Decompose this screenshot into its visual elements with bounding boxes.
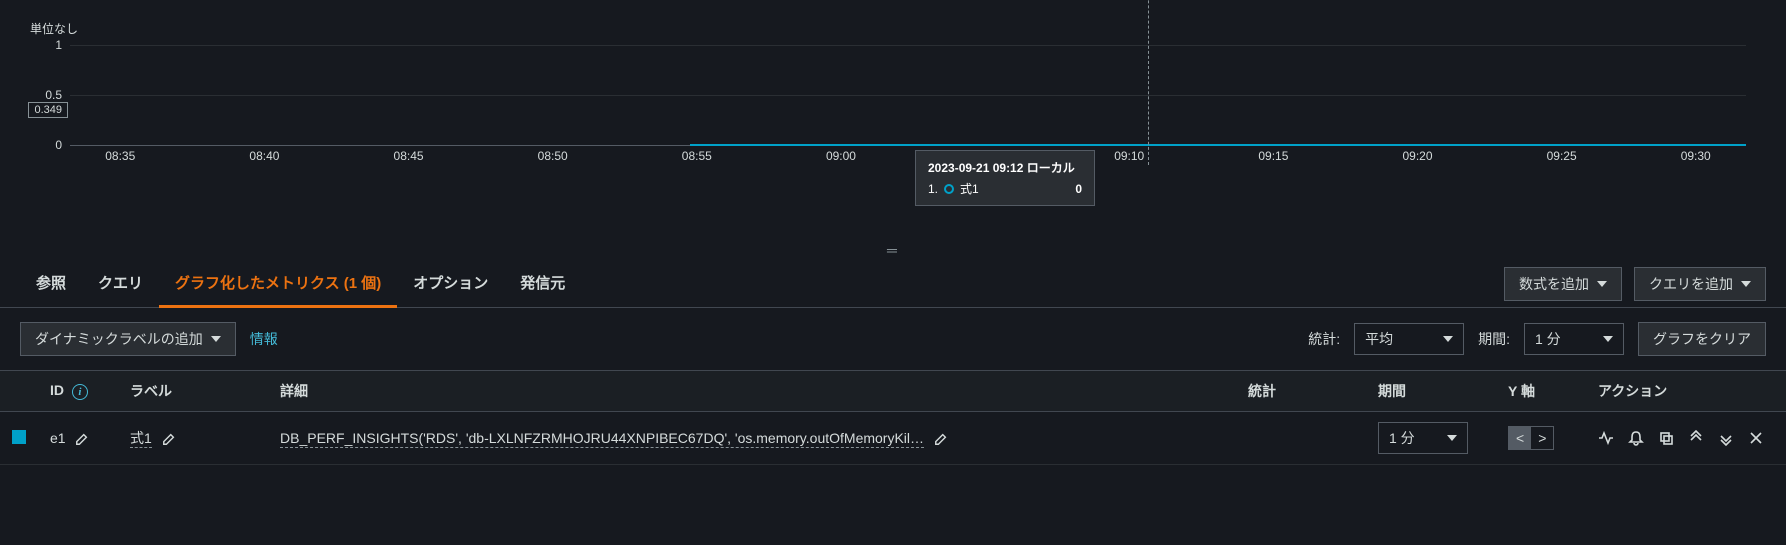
x-tick: 08:55 xyxy=(682,149,712,163)
info-icon[interactable]: i xyxy=(72,384,88,400)
edit-icon[interactable] xyxy=(934,432,948,446)
yaxis-toggle[interactable]: < > xyxy=(1508,426,1554,450)
add-math-button[interactable]: 数式を追加 xyxy=(1504,267,1622,301)
clear-graph-label: グラフをクリア xyxy=(1653,329,1751,349)
row-label[interactable]: 式1 xyxy=(130,430,152,448)
tooltip-row-value: 0 xyxy=(1075,182,1082,196)
activity-icon[interactable] xyxy=(1598,430,1614,446)
caret-down-icon xyxy=(1603,336,1613,342)
resize-handle[interactable]: ═ xyxy=(0,240,1786,260)
table-header-row: ID i ラベル 詳細 統計 期間 Y 軸 アクション xyxy=(0,371,1786,412)
col-label: ラベル xyxy=(118,371,268,412)
caret-down-icon xyxy=(1597,281,1607,287)
tab-source[interactable]: 発信元 xyxy=(504,260,581,308)
clear-graph-button[interactable]: グラフをクリア xyxy=(1638,322,1766,356)
row-period-select[interactable]: 1 分 xyxy=(1378,422,1468,454)
add-query-label: クエリを追加 xyxy=(1649,274,1733,294)
col-yaxis: Y 軸 xyxy=(1496,371,1586,412)
x-tick: 09:15 xyxy=(1258,149,1288,163)
yaxis-left[interactable]: < xyxy=(1509,427,1531,449)
row-id: e1 xyxy=(50,430,66,446)
row-details[interactable]: DB_PERF_INSIGHTS('RDS', 'db-LXLNFZRMHOJR… xyxy=(280,430,924,448)
dynamic-label-text: ダイナミックラベルの追加 xyxy=(35,329,203,349)
tooltip-header: 2023-09-21 09:12 ローカル xyxy=(928,159,1082,176)
tabs-row: 参照 クエリ グラフ化したメトリクス (1 個) オプション 発信元 数式を追加… xyxy=(0,260,1786,308)
series-color-chip[interactable] xyxy=(12,430,26,444)
x-tick: 09:25 xyxy=(1547,149,1577,163)
col-actions: アクション xyxy=(1586,371,1786,412)
yaxis-right[interactable]: > xyxy=(1531,427,1553,449)
series-color-icon xyxy=(944,184,954,194)
edit-icon[interactable] xyxy=(75,432,89,446)
move-up-icon[interactable] xyxy=(1688,430,1704,446)
table-row: e1 式1 DB_PERF_INSIGHTS('RDS', 'db-LXLNFZ… xyxy=(0,412,1786,465)
tab-browse[interactable]: 参照 xyxy=(20,260,82,308)
delete-icon[interactable] xyxy=(1748,430,1764,446)
tab-query[interactable]: クエリ xyxy=(82,260,159,308)
col-id: ID xyxy=(50,382,64,398)
caret-down-icon xyxy=(1741,281,1751,287)
x-tick: 08:50 xyxy=(538,149,568,163)
chart-tooltip: 2023-09-21 09:12 ローカル 1. 式1 0 xyxy=(915,150,1095,206)
caret-down-icon xyxy=(1447,435,1457,441)
y-tick: 1 xyxy=(55,38,70,52)
add-dynamic-label-button[interactable]: ダイナミックラベルの追加 xyxy=(20,322,236,356)
info-link[interactable]: 情報 xyxy=(250,329,278,349)
row-period-value: 1 分 xyxy=(1389,428,1415,448)
move-down-icon[interactable] xyxy=(1718,430,1734,446)
tab-graphed-metrics[interactable]: グラフ化したメトリクス (1 個) xyxy=(159,260,397,308)
row-actions xyxy=(1598,430,1774,446)
tooltip-row-name: 式1 xyxy=(960,180,979,197)
col-period: 期間 xyxy=(1366,371,1496,412)
row-stat xyxy=(1236,412,1366,465)
statistic-select[interactable]: 平均 xyxy=(1354,323,1464,355)
metrics-table: ID i ラベル 詳細 統計 期間 Y 軸 アクション e1 式1 DB_PER… xyxy=(0,370,1786,465)
add-query-button[interactable]: クエリを追加 xyxy=(1634,267,1766,301)
edit-icon[interactable] xyxy=(162,432,176,446)
col-details: 詳細 xyxy=(268,371,1236,412)
y-tick: 0 xyxy=(55,138,70,152)
cursor-value-badge: 0.349 xyxy=(28,102,68,118)
statistic-value: 平均 xyxy=(1365,329,1393,349)
chart-area: 単位なし 1 0.5 0 0.349 09-21 09:11 08:35 08:… xyxy=(0,0,1786,240)
add-math-label: 数式を追加 xyxy=(1519,274,1589,294)
toolbar-row: ダイナミックラベルの追加 情報 統計: 平均 期間: 1 分 グラフをクリア xyxy=(0,308,1786,370)
x-axis: 08:35 08:40 08:45 08:50 08:55 09:00 09:0… xyxy=(70,149,1746,169)
col-stat: 統計 xyxy=(1236,371,1366,412)
x-tick: 08:40 xyxy=(249,149,279,163)
caret-down-icon xyxy=(211,336,221,342)
y-tick: 0.5 xyxy=(45,88,70,102)
duplicate-icon[interactable] xyxy=(1658,430,1674,446)
chart-series-line xyxy=(690,144,1746,146)
y-axis-unit-label: 単位なし xyxy=(30,20,1756,37)
x-tick: 09:00 xyxy=(826,149,856,163)
tab-options[interactable]: オプション xyxy=(397,260,504,308)
x-tick: 08:45 xyxy=(394,149,424,163)
x-tick: 09:10 xyxy=(1114,149,1144,163)
period-label: 期間: xyxy=(1478,329,1510,349)
x-tick: 09:20 xyxy=(1402,149,1432,163)
x-tick: 08:35 xyxy=(105,149,135,163)
chart-plot[interactable]: 1 0.5 0 0.349 09-21 09:11 xyxy=(70,45,1746,145)
statistic-label: 統計: xyxy=(1308,329,1340,349)
x-tick: 09:30 xyxy=(1681,149,1711,163)
period-select[interactable]: 1 分 xyxy=(1524,323,1624,355)
tooltip-row-index: 1. xyxy=(928,182,938,196)
period-value: 1 分 xyxy=(1535,329,1561,349)
chart-cursor[interactable]: 09-21 09:11 xyxy=(1148,0,1149,165)
caret-down-icon xyxy=(1443,336,1453,342)
alarm-icon[interactable] xyxy=(1628,430,1644,446)
